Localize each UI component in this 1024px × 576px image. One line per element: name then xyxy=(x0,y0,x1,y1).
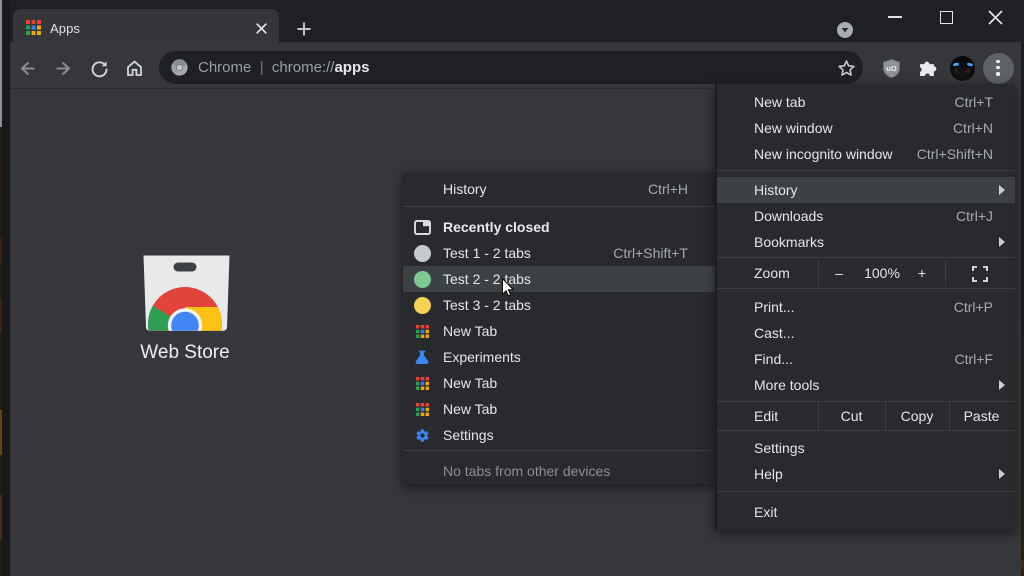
svg-text:uO: uO xyxy=(886,64,897,73)
